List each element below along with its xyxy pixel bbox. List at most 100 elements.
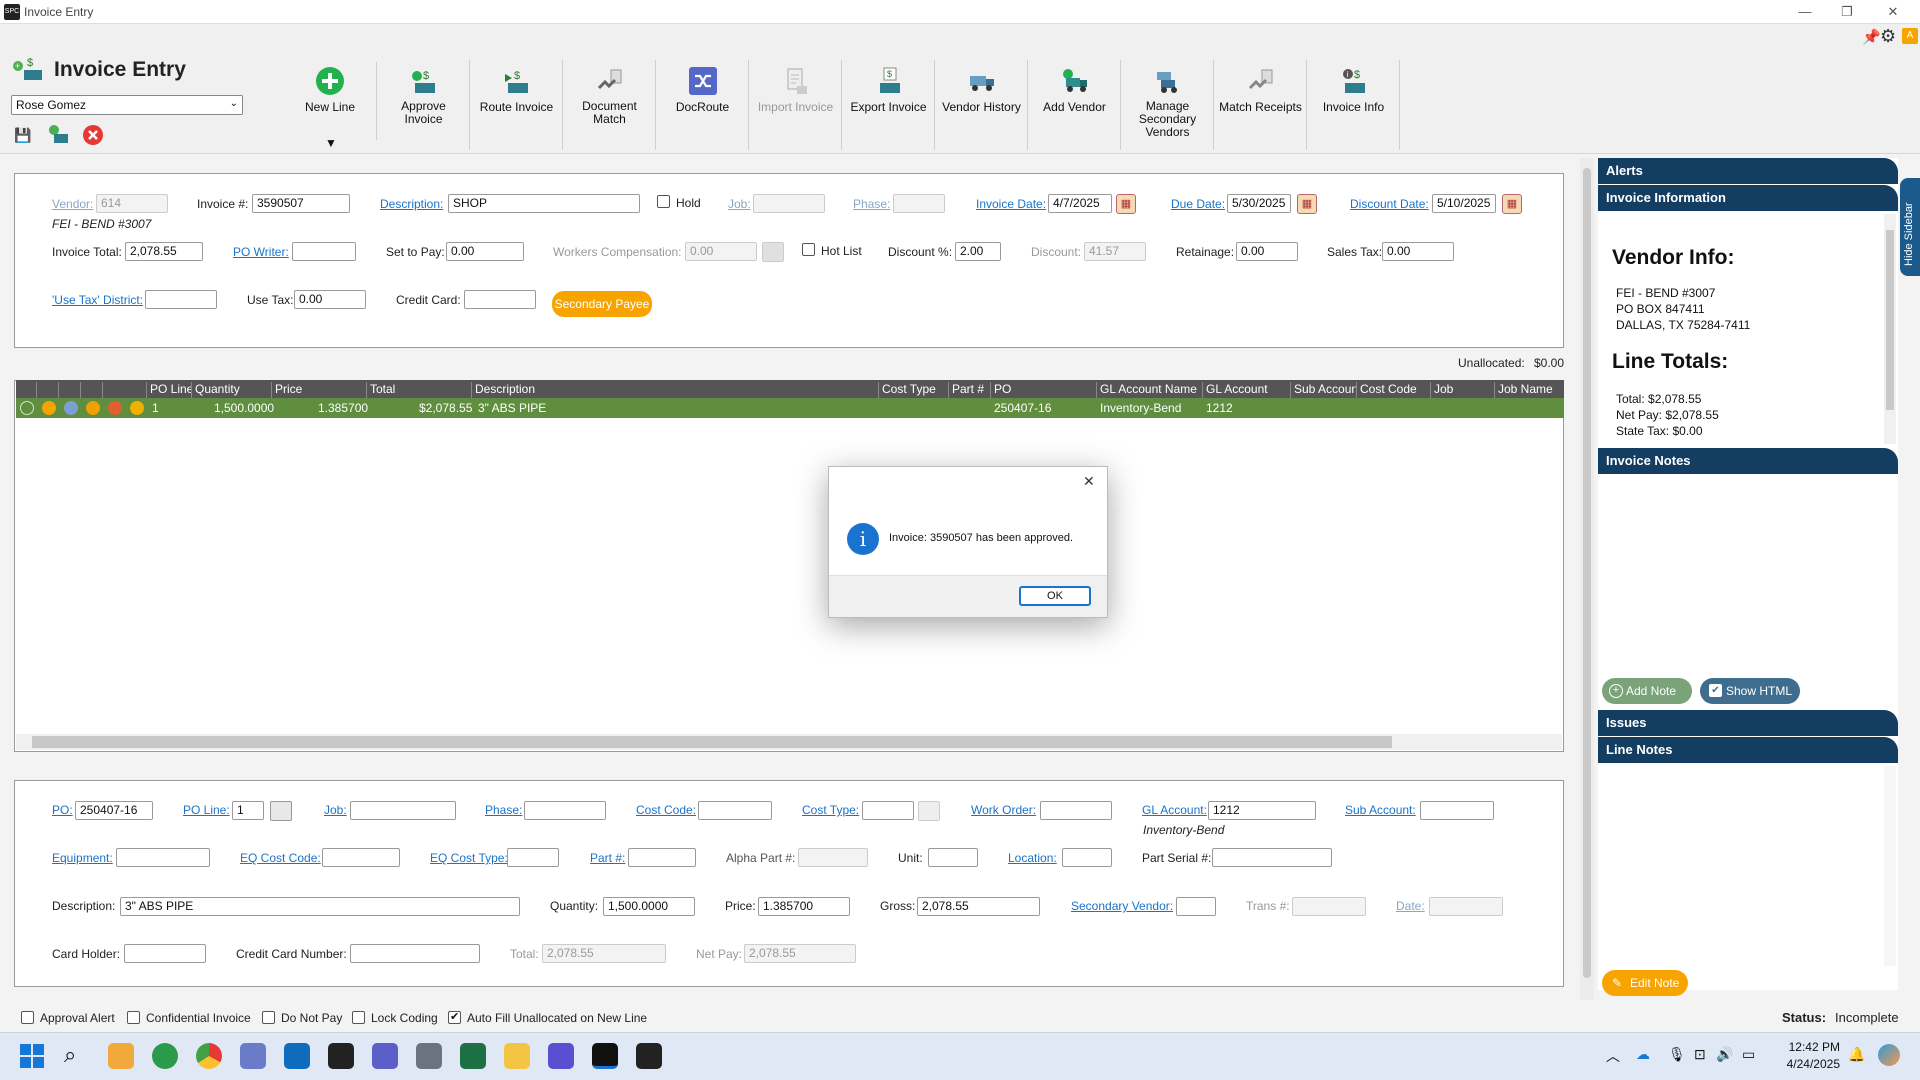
new-line-dropdown-arrow[interactable]: ▼ — [325, 136, 337, 150]
add-line-icon[interactable] — [20, 401, 34, 415]
confidential-invoice-checkbox[interactable] — [127, 1011, 140, 1024]
info-line-icon[interactable] — [64, 401, 78, 415]
line-job-input[interactable] — [350, 801, 456, 820]
card-number-input[interactable] — [350, 944, 480, 963]
invoice-date-label[interactable]: Invoice Date: — [976, 197, 1046, 211]
note-line-icon[interactable] — [130, 401, 144, 415]
restore-button[interactable]: ❐ — [1832, 2, 1862, 22]
taskbar-app-icon[interactable] — [548, 1043, 574, 1069]
due-date-label[interactable]: Due Date: — [1171, 197, 1225, 211]
outlook-icon[interactable] — [284, 1043, 310, 1069]
line-part-input[interactable] — [628, 848, 696, 867]
route-invoice-button[interactable]: $ Route Invoice — [471, 60, 563, 150]
taskbar-app-icon[interactable] — [152, 1043, 178, 1069]
col-total[interactable]: Total — [366, 382, 471, 398]
secondary-payee-button[interactable]: Secondary Payee — [552, 291, 652, 317]
network-icon[interactable]: ⊡ — [1694, 1046, 1706, 1063]
line-notes-header[interactable]: Line Notes — [1598, 737, 1898, 763]
minimize-button[interactable]: — — [1790, 2, 1820, 22]
discount-date-calendar-icon[interactable]: ▦ — [1502, 194, 1522, 214]
hot-list-checkbox[interactable] — [802, 243, 815, 256]
line-price-input[interactable]: 1.385700 — [758, 897, 850, 916]
line-po-line-input[interactable]: 1 — [232, 801, 264, 820]
line-trans-input[interactable] — [1292, 897, 1366, 916]
scrollbar-thumb[interactable] — [32, 736, 1392, 748]
show-html-toggle[interactable]: ✔ Show HTML — [1700, 678, 1800, 704]
use-tax-district-input[interactable] — [145, 290, 217, 309]
col-description[interactable]: Description — [471, 382, 871, 398]
discount-pct-input[interactable]: 2.00 — [955, 242, 1001, 261]
col-po[interactable]: PO — [990, 382, 1096, 398]
card-holder-input[interactable] — [124, 944, 206, 963]
line-date-label[interactable]: Date: — [1396, 899, 1425, 913]
line-total-input[interactable]: 2,078.55 — [542, 944, 666, 963]
excel-icon[interactable] — [460, 1043, 486, 1069]
issues-header[interactable]: Issues — [1598, 710, 1898, 736]
phase-input[interactable] — [893, 194, 945, 213]
line-eq-cost-type-label[interactable]: EQ Cost Type: — [430, 851, 508, 865]
due-date-input[interactable]: 5/30/2025 — [1227, 194, 1291, 213]
docroute-button[interactable]: DocRoute — [657, 60, 749, 150]
job-input[interactable] — [753, 194, 825, 213]
invoice-notes-header[interactable]: Invoice Notes — [1598, 448, 1898, 474]
line-phase-label[interactable]: Phase: — [485, 803, 522, 817]
job-label[interactable]: Job: — [728, 197, 751, 211]
alerts-header[interactable]: Alerts — [1598, 158, 1898, 184]
lock-coding-checkbox[interactable] — [352, 1011, 365, 1024]
workers-comp-input[interactable]: 0.00 — [685, 242, 757, 261]
discount-date-input[interactable]: 5/10/2025 — [1432, 194, 1496, 213]
sales-tax-input[interactable]: 0.00 — [1382, 242, 1454, 261]
invoice-number-input[interactable]: 3590507 — [252, 194, 350, 213]
col-sub-account[interactable]: Sub Account — [1290, 382, 1356, 398]
edit-note-button[interactable]: ✎ Edit Note — [1602, 970, 1688, 996]
invoice-info-button[interactable]: i $ Invoice Info — [1308, 60, 1400, 150]
col-po-line[interactable]: PO Line — [146, 382, 191, 398]
line-gl-account-input[interactable]: 1212 — [1208, 801, 1316, 820]
line-equipment-label[interactable]: Equipment: — [52, 851, 113, 865]
notification-icon[interactable]: 🔔 — [1848, 1046, 1865, 1063]
line-cost-code-label[interactable]: Cost Code: — [636, 803, 696, 817]
line-equipment-input[interactable] — [116, 848, 210, 867]
do-not-pay-checkbox[interactable] — [262, 1011, 275, 1024]
col-cost-type[interactable]: Cost Type — [878, 382, 948, 398]
line-secondary-vendor-label[interactable]: Secondary Vendor: — [1071, 899, 1173, 913]
use-tax-input[interactable]: 0.00 — [294, 290, 366, 309]
line-phase-input[interactable] — [524, 801, 606, 820]
vendor-label[interactable]: Vendor: — [52, 197, 93, 211]
line-po-input[interactable]: 250407-16 — [75, 801, 153, 820]
battery-icon[interactable]: ▭ — [1742, 1046, 1755, 1063]
cancel-icon[interactable] — [82, 124, 104, 146]
cost-type-lookup-button[interactable] — [918, 801, 940, 821]
line-cost-type-label[interactable]: Cost Type: — [802, 803, 859, 817]
teams-icon[interactable] — [372, 1043, 398, 1069]
hold-checkbox[interactable] — [657, 195, 670, 208]
auto-fill-checkbox[interactable] — [448, 1010, 461, 1024]
document-match-button[interactable]: Document Match — [564, 60, 656, 150]
vendor-history-button[interactable]: Vendor History — [936, 60, 1028, 150]
invoice-total-input[interactable]: 2,078.55 — [125, 242, 203, 261]
line-notes-scrollbar[interactable] — [1884, 766, 1896, 966]
info-scrollbar-thumb[interactable] — [1886, 230, 1894, 410]
col-job-name[interactable]: Job Name — [1494, 382, 1564, 398]
line-cost-code-input[interactable] — [698, 801, 772, 820]
info-scrollbar[interactable] — [1884, 214, 1896, 444]
spc-active-app-icon[interactable] — [592, 1043, 618, 1069]
clock-date[interactable]: 4/24/2025 — [1784, 1057, 1840, 1071]
line-unit-input[interactable] — [928, 848, 978, 867]
edit-line-icon[interactable] — [42, 401, 56, 415]
retainage-input[interactable]: 0.00 — [1236, 242, 1298, 261]
add-invoice-icon[interactable] — [48, 124, 70, 146]
line-sub-account-label[interactable]: Sub Account: — [1345, 803, 1416, 817]
line-part-label[interactable]: Part #: — [590, 851, 625, 865]
invoice-information-header[interactable]: Invoice Information — [1598, 185, 1898, 211]
line-eq-cost-type-input[interactable] — [507, 848, 559, 867]
import-invoice-button[interactable]: Import Invoice — [750, 60, 842, 150]
line-eq-cost-code-input[interactable] — [322, 848, 400, 867]
save-icon[interactable]: 💾 — [12, 124, 34, 146]
col-gl-account[interactable]: GL Account — [1202, 382, 1290, 398]
po-writer-input[interactable] — [292, 242, 356, 261]
line-eq-cost-code-label[interactable]: EQ Cost Code: — [240, 851, 321, 865]
volume-icon[interactable]: 🔊 — [1716, 1046, 1733, 1063]
line-work-order-input[interactable] — [1040, 801, 1112, 820]
set-to-pay-input[interactable]: 0.00 — [446, 242, 524, 261]
